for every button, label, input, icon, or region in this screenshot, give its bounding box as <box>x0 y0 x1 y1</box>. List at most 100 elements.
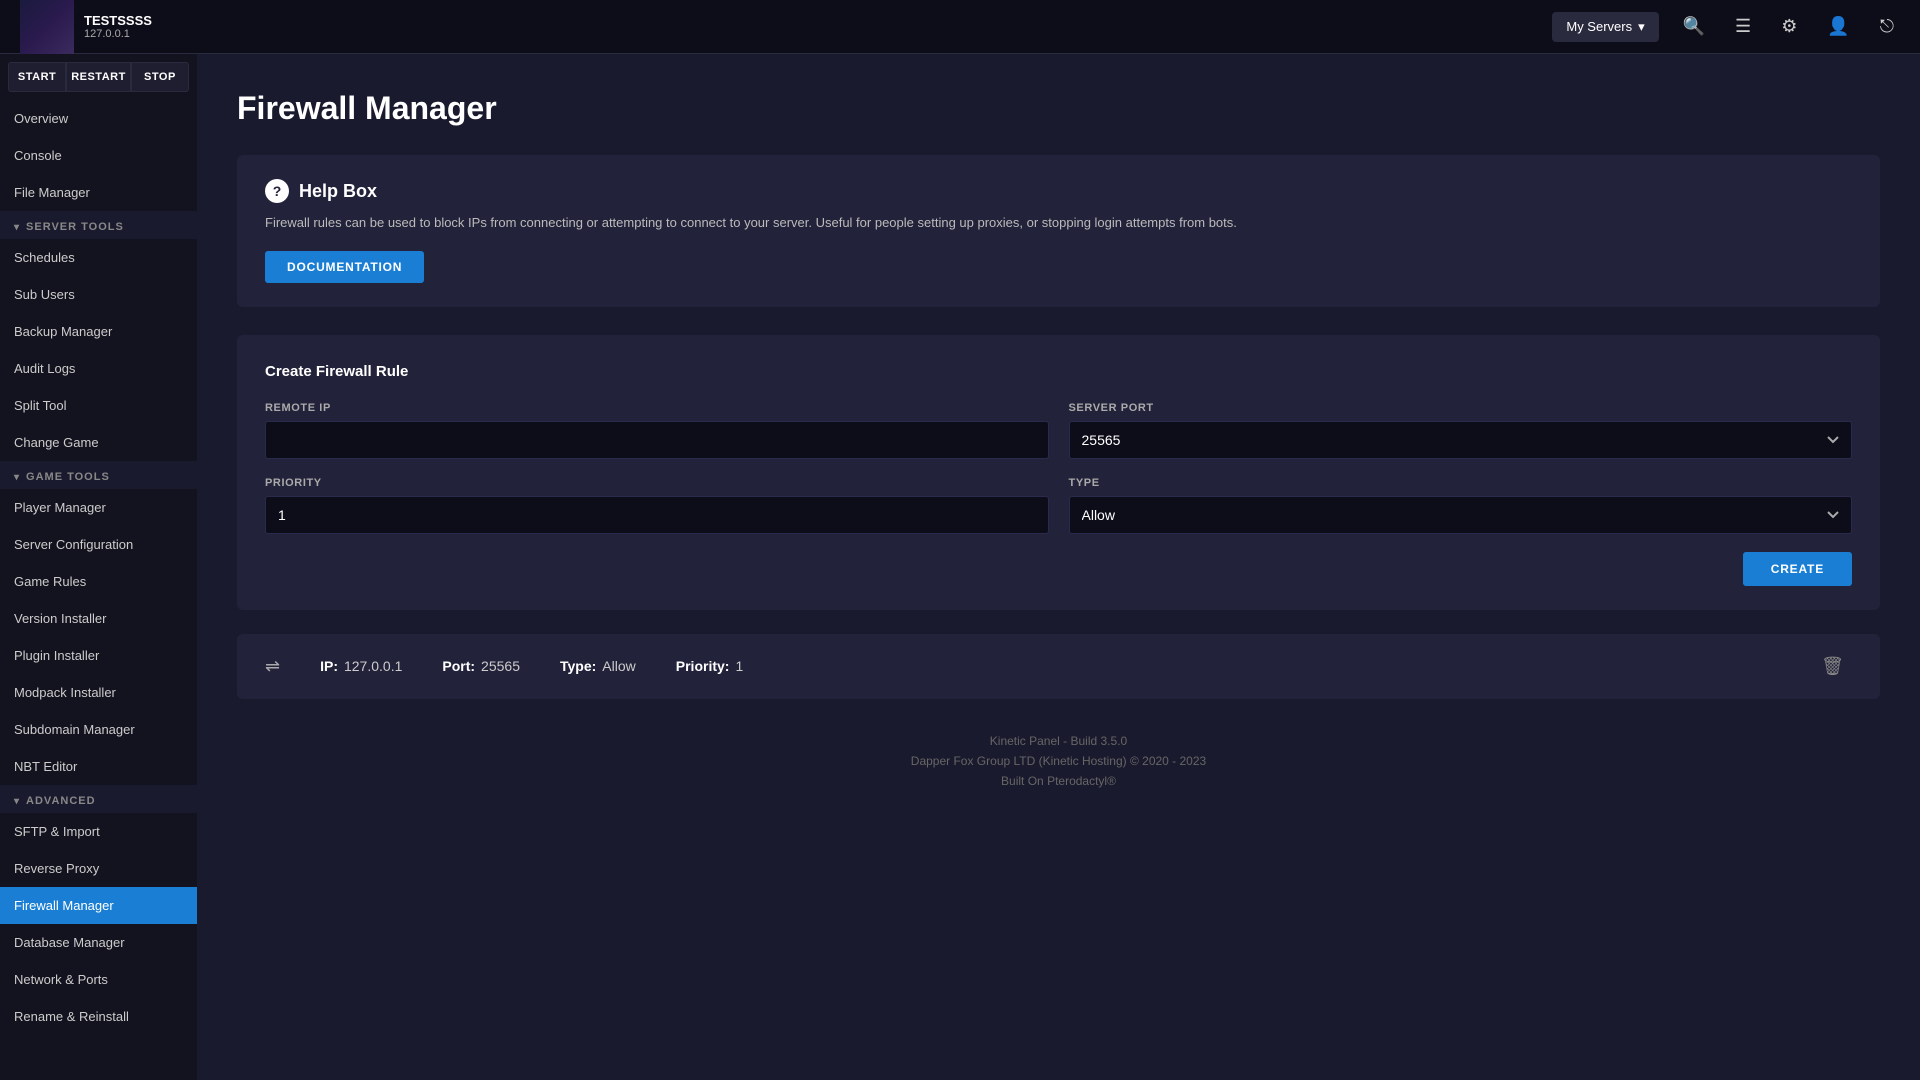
rule-network-icon: ⇌ <box>265 656 280 677</box>
remote-ip-input[interactable] <box>265 421 1049 459</box>
chevron-icon: ▾ <box>14 222 20 233</box>
server-ip: 127.0.0.1 <box>84 28 152 40</box>
type-group: TYPE Allow Deny <box>1069 477 1853 534</box>
create-button[interactable]: CREATE <box>1743 552 1852 586</box>
rule-priority-label: Priority: <box>676 658 730 674</box>
help-box-title: ? Help Box <box>265 179 1852 203</box>
my-servers-label: My Servers <box>1566 19 1632 34</box>
server-port-label: SERVER PORT <box>1069 402 1853 414</box>
sidebar-item-label: SFTP & Import <box>14 824 100 839</box>
rule-ip-label: IP: <box>320 658 338 674</box>
remote-ip-group: REMOTE IP <box>265 402 1049 459</box>
rule-port-label: Port: <box>442 658 475 674</box>
server-port-select[interactable]: 25565 25566 25567 <box>1069 421 1853 459</box>
delete-rule-button[interactable]: 🗑 <box>1813 652 1852 681</box>
sidebar-item-plugin-installer[interactable]: Plugin Installer <box>0 637 197 674</box>
sidebar-item-label: Rename & Reinstall <box>14 1009 129 1024</box>
stop-button[interactable]: STOP <box>131 62 189 92</box>
sidebar-item-overview[interactable]: Overview <box>0 100 197 137</box>
sidebar-item-label: Firewall Manager <box>14 898 114 913</box>
sidebar-item-label: File Manager <box>14 185 90 200</box>
main-content: Firewall Manager ? Help Box Firewall rul… <box>197 54 1920 1080</box>
sidebar-item-label: Player Manager <box>14 500 106 515</box>
priority-input[interactable] <box>265 496 1049 534</box>
documentation-button[interactable]: DOCUMENTATION <box>265 251 424 283</box>
footer: Kinetic Panel - Build 3.5.0 Dapper Fox G… <box>237 711 1880 812</box>
sidebar-item-nbt-editor[interactable]: NBT Editor <box>0 748 197 785</box>
sidebar-item-player-manager[interactable]: Player Manager <box>0 489 197 526</box>
sidebar-item-label: Database Manager <box>14 935 125 950</box>
user-icon[interactable]: 👤 <box>1821 10 1855 43</box>
server-actions: START RESTART STOP <box>0 54 197 100</box>
sidebar-item-schedules[interactable]: Schedules <box>0 239 197 276</box>
help-box: ? Help Box Firewall rules can be used to… <box>237 155 1880 307</box>
sidebar-item-file-manager[interactable]: File Manager <box>0 174 197 211</box>
my-servers-button[interactable]: My Servers ▾ <box>1552 12 1658 42</box>
sidebar-item-sub-users[interactable]: Sub Users <box>0 276 197 313</box>
form-row-2: PRIORITY TYPE Allow Deny <box>265 477 1852 534</box>
sidebar-item-rename-reinstall[interactable]: Rename & Reinstall <box>0 998 197 1035</box>
sidebar-section-server-tools: ▾ SERVER TOOLS <box>0 211 197 239</box>
priority-group: PRIORITY <box>265 477 1049 534</box>
form-row-1: REMOTE IP SERVER PORT 25565 25566 25567 <box>265 402 1852 459</box>
sidebar-item-sftp-import[interactable]: SFTP & Import <box>0 813 197 850</box>
sidebar-item-label: Overview <box>14 111 68 126</box>
sidebar-item-audit-logs[interactable]: Audit Logs <box>0 350 197 387</box>
sidebar-item-label: Schedules <box>14 250 75 265</box>
sidebar-item-change-game[interactable]: Change Game <box>0 424 197 461</box>
search-icon[interactable]: 🔍 <box>1677 10 1711 43</box>
start-button[interactable]: START <box>8 62 66 92</box>
menu-icon[interactable]: ☰ <box>1729 10 1757 43</box>
type-label: TYPE <box>1069 477 1853 489</box>
sidebar: START RESTART STOP Overview Console File… <box>0 54 197 1080</box>
rule-type-label: Type: <box>560 658 596 674</box>
sidebar-item-subdomain-manager[interactable]: Subdomain Manager <box>0 711 197 748</box>
remote-ip-label: REMOTE IP <box>265 402 1049 414</box>
footer-line3: Built On Pterodactyl® <box>257 771 1860 791</box>
rule-priority-value: 1 <box>735 658 743 674</box>
page-title: Firewall Manager <box>237 90 1880 127</box>
sidebar-item-split-tool[interactable]: Split Tool <box>0 387 197 424</box>
rule-row: ⇌ IP: 127.0.0.1 Port: 25565 Type: Allow … <box>237 634 1880 699</box>
sidebar-item-reverse-proxy[interactable]: Reverse Proxy <box>0 850 197 887</box>
create-btn-row: CREATE <box>265 552 1852 586</box>
sidebar-item-label: Console <box>14 148 62 163</box>
gear-icon[interactable]: ⚙ <box>1775 10 1803 43</box>
sidebar-item-console[interactable]: Console <box>0 137 197 174</box>
sidebar-item-firewall-manager[interactable]: Firewall Manager <box>0 887 197 924</box>
sidebar-item-version-installer[interactable]: Version Installer <box>0 600 197 637</box>
create-rule-box: Create Firewall Rule REMOTE IP SERVER PO… <box>237 335 1880 610</box>
topnav: TESTSSSS 127.0.0.1 My Servers ▾ 🔍 ☰ ⚙ 👤 … <box>0 0 1920 54</box>
sidebar-item-label: Plugin Installer <box>14 648 99 663</box>
rule-ip-field: IP: 127.0.0.1 <box>320 658 402 674</box>
sidebar-item-label: Server Configuration <box>14 537 133 552</box>
restart-button[interactable]: RESTART <box>66 62 131 92</box>
sidebar-item-label: Change Game <box>14 435 99 450</box>
rule-port-field: Port: 25565 <box>442 658 520 674</box>
rule-priority-field: Priority: 1 <box>676 658 743 674</box>
chevron-down-icon: ▾ <box>1638 19 1645 35</box>
help-icon: ? <box>265 179 289 203</box>
server-name: TESTSSSS <box>84 13 152 28</box>
sidebar-item-label: Backup Manager <box>14 324 112 339</box>
rule-type-field: Type: Allow <box>560 658 636 674</box>
footer-line2: Dapper Fox Group LTD (Kinetic Hosting) ©… <box>257 751 1860 771</box>
sidebar-item-server-configuration[interactable]: Server Configuration <box>0 526 197 563</box>
type-select[interactable]: Allow Deny <box>1069 496 1853 534</box>
rule-type-value: Allow <box>602 658 635 674</box>
sidebar-section-label: ADVANCED <box>26 795 96 807</box>
help-box-title-text: Help Box <box>299 181 377 202</box>
sidebar-item-network-ports[interactable]: Network & Ports <box>0 961 197 998</box>
sidebar-item-game-rules[interactable]: Game Rules <box>0 563 197 600</box>
help-box-description: Firewall rules can be used to block IPs … <box>265 213 1852 233</box>
server-info-area: TESTSSSS 127.0.0.1 <box>20 0 152 54</box>
sidebar-item-modpack-installer[interactable]: Modpack Installer <box>0 674 197 711</box>
chevron-icon: ▾ <box>14 796 20 807</box>
sidebar-item-database-manager[interactable]: Database Manager <box>0 924 197 961</box>
sidebar-item-label: Game Rules <box>14 574 86 589</box>
sidebar-item-label: Sub Users <box>14 287 75 302</box>
server-info: TESTSSSS 127.0.0.1 <box>84 13 152 40</box>
logout-icon[interactable]: ⎋ <box>1874 10 1900 43</box>
sidebar-item-backup-manager[interactable]: Backup Manager <box>0 313 197 350</box>
rule-ip-value: 127.0.0.1 <box>344 658 402 674</box>
